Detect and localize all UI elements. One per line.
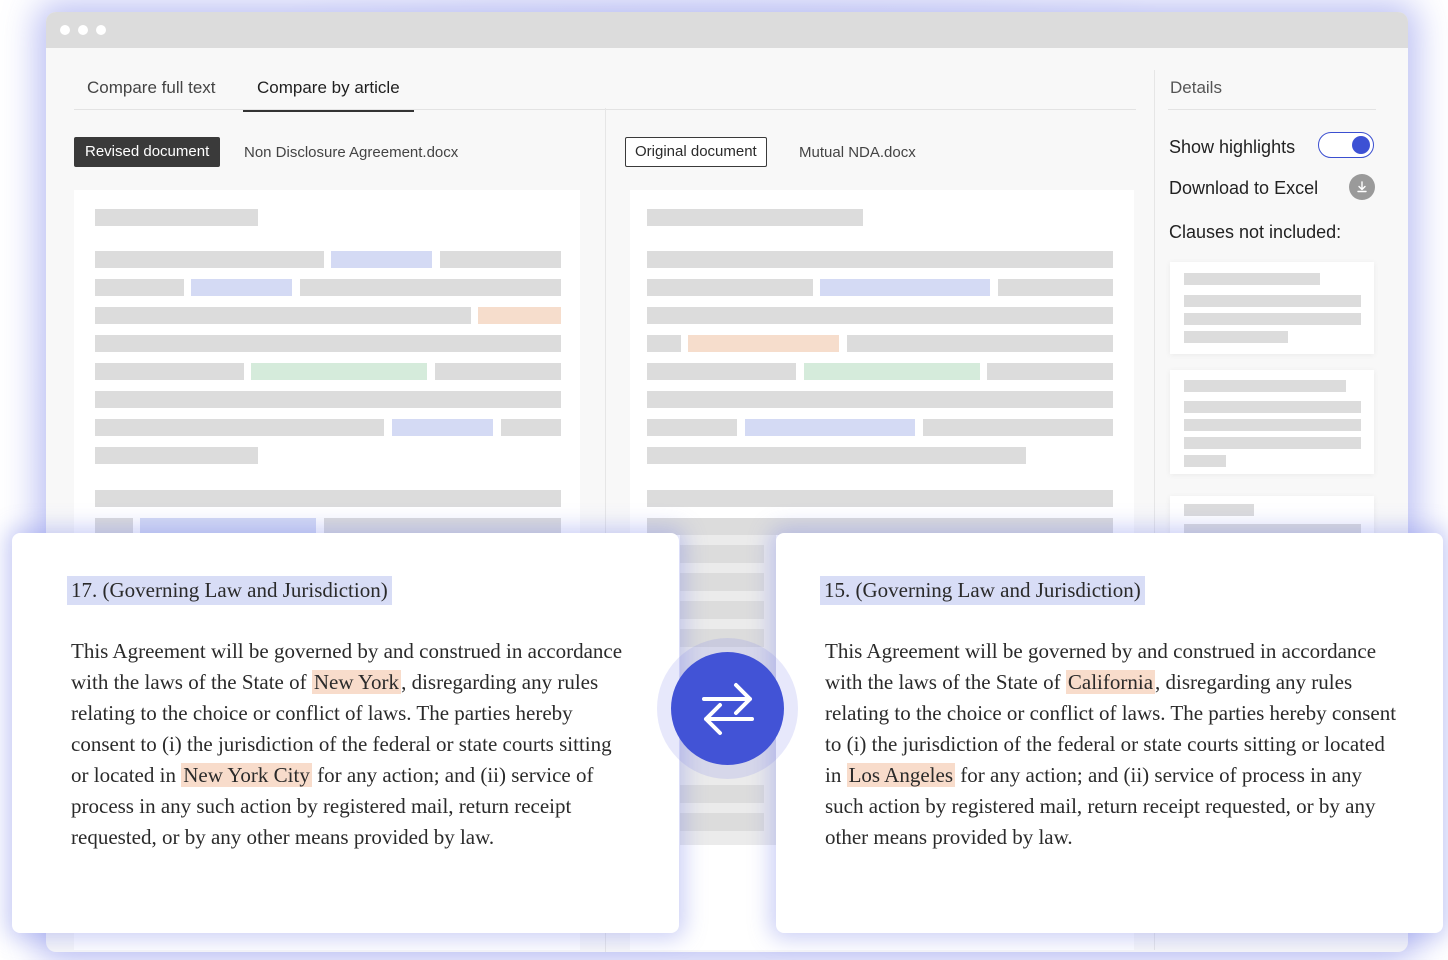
show-highlights-toggle[interactable] — [1318, 132, 1374, 158]
title-bar — [46, 12, 1408, 48]
skeleton-line — [647, 209, 863, 226]
revised-clause-title: 17. (Governing Law and Jurisdiction) — [67, 576, 392, 605]
skeleton-line — [680, 785, 764, 803]
skeleton-line — [1184, 313, 1361, 325]
skeleton-line — [1184, 455, 1226, 467]
revised-filename: Non Disclosure Agreement.docx — [244, 144, 459, 161]
skeleton-line — [1184, 273, 1320, 285]
skeleton-highlight — [820, 279, 990, 296]
skeleton-line — [647, 279, 813, 296]
skeleton-highlight — [331, 251, 432, 268]
original-clause-card: 15. (Governing Law and Jurisdiction) Thi… — [776, 533, 1443, 933]
skeleton-line — [647, 363, 796, 380]
skeleton-line — [435, 363, 561, 380]
skeleton-line — [680, 601, 764, 619]
original-filename: Mutual NDA.docx — [799, 144, 916, 161]
skeleton-line — [1184, 380, 1346, 392]
toggle-knob — [1352, 136, 1370, 154]
skeleton-line — [647, 251, 1113, 268]
skeleton-line — [1184, 331, 1288, 343]
skeleton-line — [95, 335, 561, 352]
skeleton-line — [647, 307, 1113, 324]
skeleton-line — [680, 545, 764, 563]
highlighted-change: New York — [311, 670, 402, 694]
skeleton-line — [1184, 295, 1361, 307]
skeleton-highlight — [251, 363, 427, 380]
skeleton-line — [1184, 401, 1361, 413]
details-title: Details — [1170, 78, 1222, 97]
original-document-badge: Original document — [625, 137, 767, 167]
skeleton-line — [95, 419, 384, 436]
skeleton-line — [440, 251, 561, 268]
skeleton-highlight — [478, 307, 561, 324]
skeleton-line — [95, 209, 258, 226]
download-to-excel-label[interactable]: Download to Excel — [1169, 178, 1318, 199]
skeleton-highlight — [745, 419, 915, 436]
excluded-clause-card[interactable] — [1170, 262, 1374, 354]
skeleton-line — [501, 419, 561, 436]
skeleton-line — [647, 419, 737, 436]
skeleton-line — [998, 279, 1113, 296]
revised-document-badge: Revised document — [74, 137, 221, 167]
window-dot[interactable] — [96, 25, 106, 35]
skeleton-line — [95, 251, 324, 268]
skeleton-highlight — [191, 279, 292, 296]
download-button[interactable] — [1349, 174, 1375, 200]
highlighted-change: California — [1065, 670, 1156, 694]
original-clause-body: This Agreement will be governed by and c… — [825, 636, 1400, 853]
skeleton-line — [95, 391, 561, 408]
skeleton-line — [647, 490, 1113, 507]
skeleton-highlight — [804, 363, 980, 380]
skeleton-highlight — [392, 419, 493, 436]
skeleton-line — [95, 363, 244, 380]
skeleton-line — [680, 573, 764, 591]
revised-clause-card: 17. (Governing Law and Jurisdiction) Thi… — [12, 533, 679, 933]
skeleton-line — [95, 307, 471, 324]
download-icon — [1357, 181, 1367, 193]
original-clause-title: 15. (Governing Law and Jurisdiction) — [820, 576, 1145, 605]
skeleton-line — [1184, 504, 1254, 516]
skeleton-line — [647, 335, 681, 352]
skeleton-line — [680, 629, 764, 647]
swap-button[interactable] — [671, 652, 784, 765]
highlighted-change: New York City — [181, 763, 312, 787]
skeleton-line — [987, 363, 1113, 380]
details-header-divider — [1168, 109, 1376, 110]
window-dot[interactable] — [78, 25, 88, 35]
skeleton-highlight — [688, 335, 839, 352]
tab-compare-full-text[interactable]: Compare full text — [87, 78, 216, 110]
skeleton-line — [847, 335, 1113, 352]
show-highlights-label: Show highlights — [1169, 137, 1296, 157]
skeleton-line — [647, 447, 1026, 464]
skeleton-line — [1184, 437, 1361, 449]
skeleton-line — [680, 813, 764, 831]
highlighted-change: Los Angeles — [846, 763, 955, 787]
skeleton-line — [647, 391, 1113, 408]
skeleton-line — [1184, 419, 1361, 431]
skeleton-line — [300, 279, 561, 296]
tab-compare-by-article[interactable]: Compare by article — [243, 78, 414, 112]
excluded-clause-card[interactable] — [1170, 370, 1374, 474]
window-dot[interactable] — [60, 25, 70, 35]
skeleton-line — [95, 279, 184, 296]
clauses-not-included-label: Clauses not included: — [1169, 222, 1342, 242]
skeleton-line — [923, 419, 1113, 436]
revised-clause-body: This Agreement will be governed by and c… — [71, 636, 631, 853]
skeleton-line — [95, 447, 258, 464]
skeleton-line — [95, 490, 561, 507]
swap-arrows-icon — [701, 682, 754, 735]
